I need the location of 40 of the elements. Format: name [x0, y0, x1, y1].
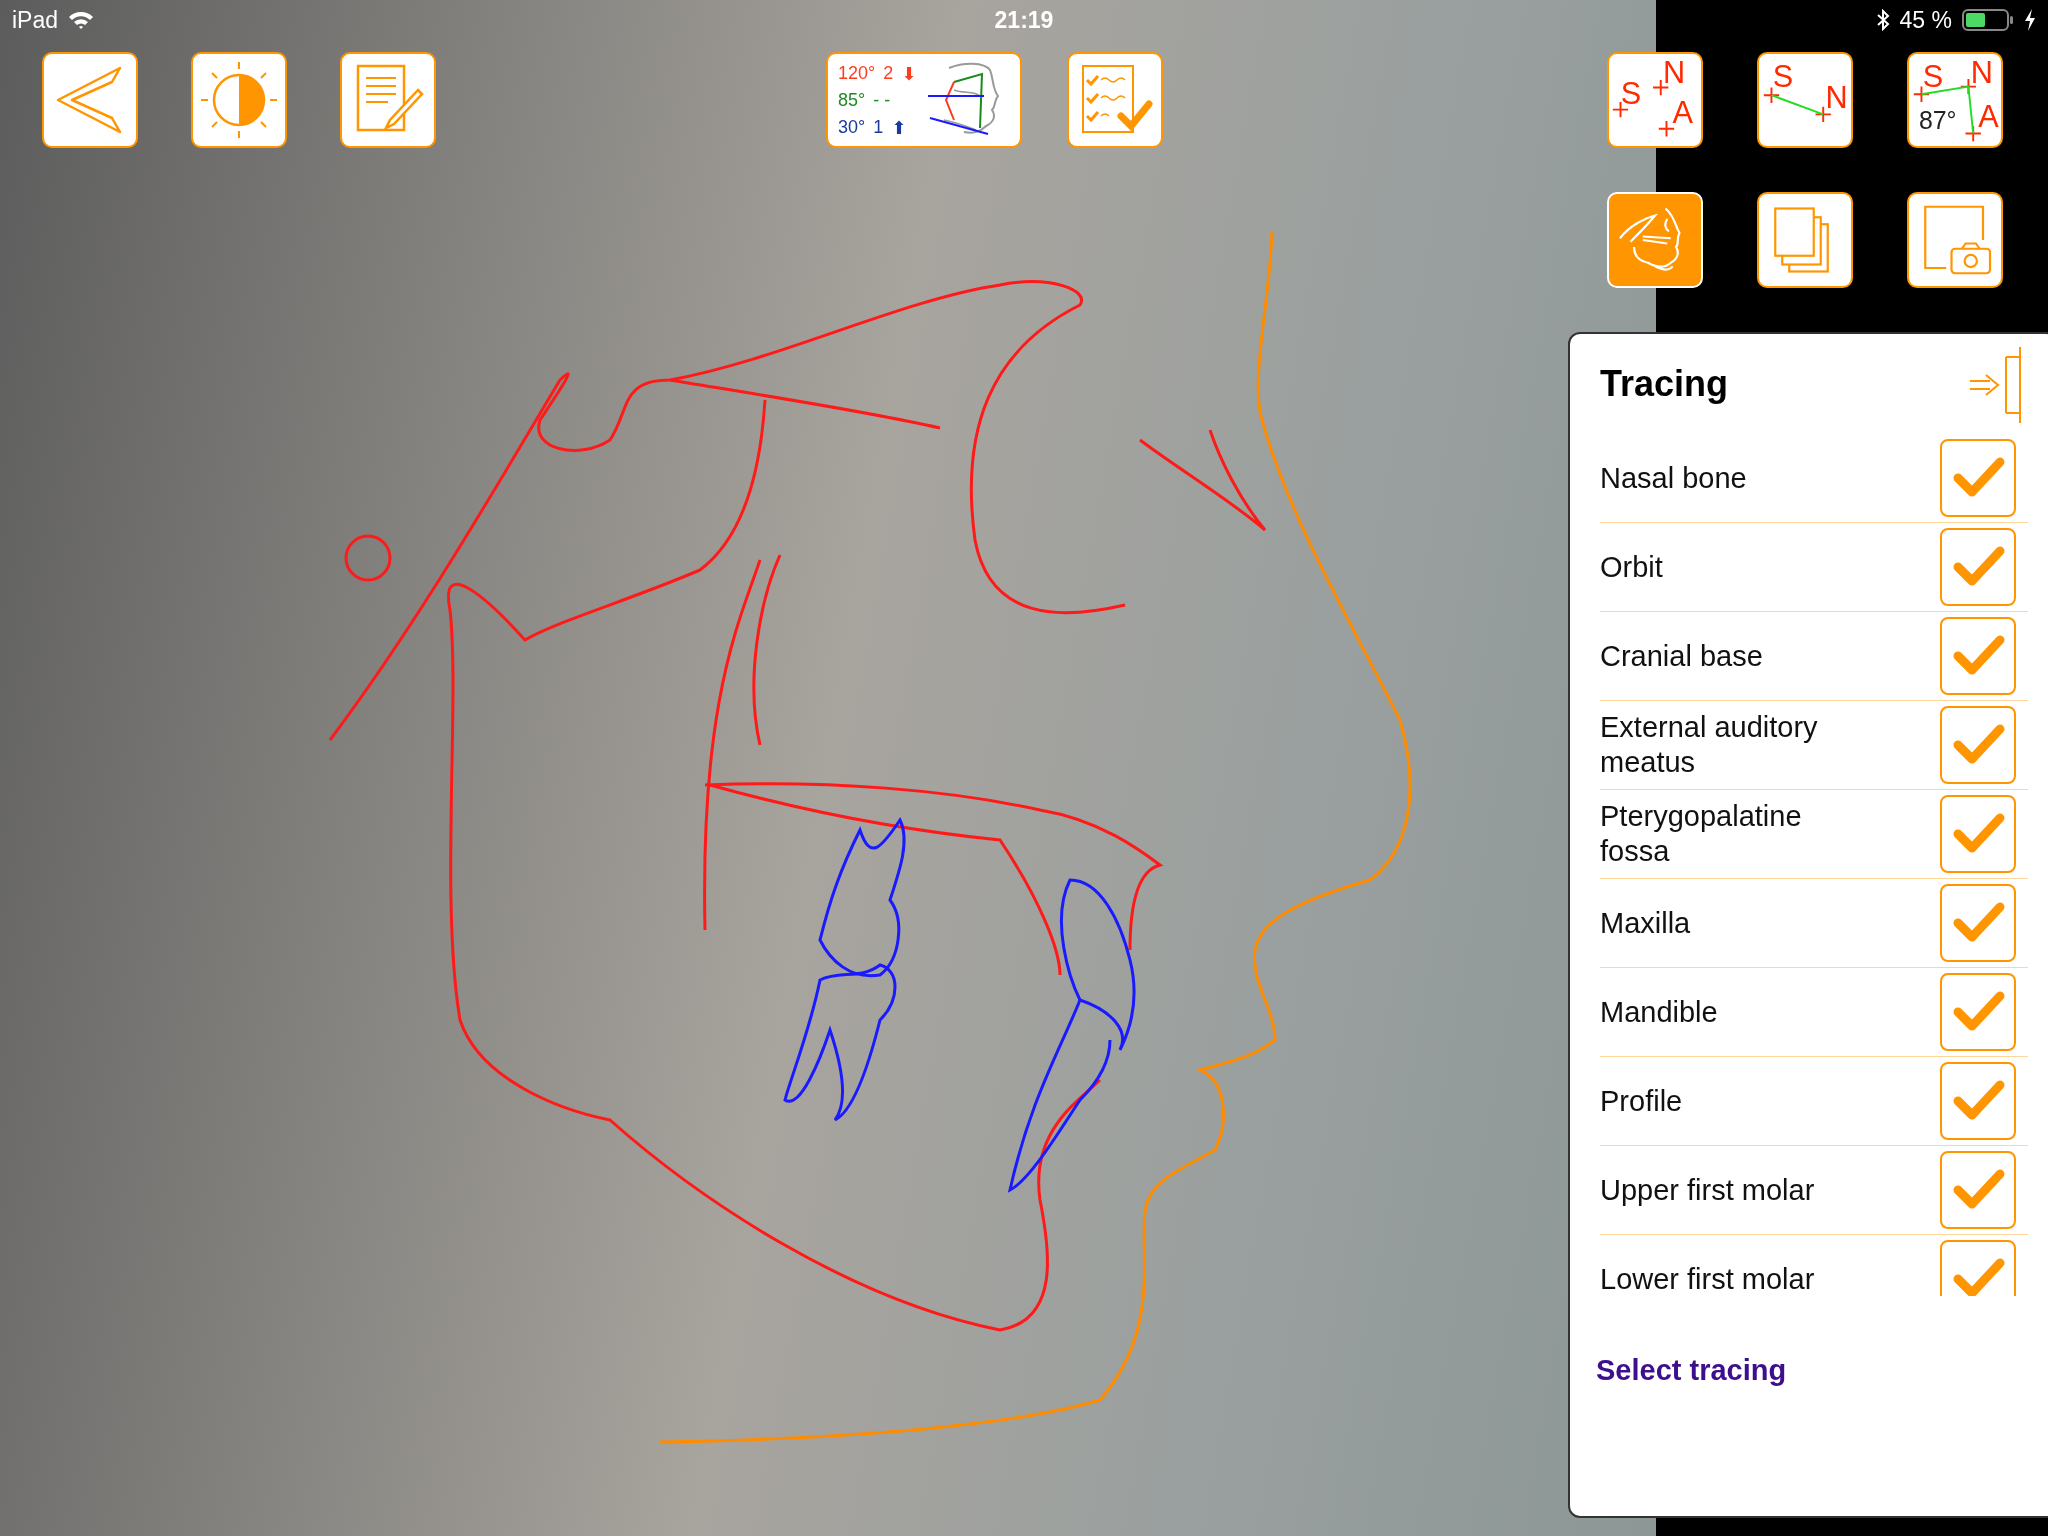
layer-checkbox[interactable]: [1940, 1151, 2016, 1229]
layer-checkbox[interactable]: [1940, 617, 2016, 695]
battery-percent: 45 %: [1899, 6, 1952, 34]
layer-checkbox[interactable]: [1940, 1240, 2016, 1296]
snapshot-view-button[interactable]: [1907, 192, 2003, 288]
layer-checkbox[interactable]: [1940, 439, 2016, 517]
layer-checkbox[interactable]: [1940, 884, 2016, 962]
layer-checkbox[interactable]: [1940, 528, 2016, 606]
tracing-layer-label: Upper first molar: [1600, 1172, 1816, 1208]
tracing-layer-label: External auditory meatus: [1600, 710, 1819, 780]
tracing-view-button[interactable]: [1607, 192, 1703, 288]
checklist-button[interactable]: [1067, 52, 1163, 148]
charging-bolt-icon: [2024, 9, 2036, 31]
sna-analysis-button[interactable]: S N 87° A: [1907, 52, 2003, 148]
tracing-layer-label: Maxilla: [1600, 905, 1692, 941]
panel-title: Tracing: [1600, 363, 1729, 405]
notes-button[interactable]: [340, 52, 436, 148]
measurements-button[interactable]: 120° 2 ⬇ 85° - - 30° 1 ⬆: [826, 52, 1022, 148]
device-name: iPad: [12, 6, 59, 34]
layer-checkbox[interactable]: [1940, 706, 2016, 784]
tracing-layer-label: Profile: [1600, 1083, 1684, 1119]
contrast-icon: [199, 60, 279, 140]
back-button[interactable]: [42, 52, 138, 148]
layer-checkbox[interactable]: [1940, 973, 2016, 1051]
tracing-layer-label: Mandible: [1600, 994, 1719, 1030]
layers-view-button[interactable]: [1757, 192, 1853, 288]
tracing-layer-label: Lower first molar: [1600, 1261, 1816, 1296]
bluetooth-icon: [1875, 9, 1890, 31]
tracing-layer-label: Nasal bone: [1600, 460, 1748, 496]
sna-analysis-button[interactable]: S N: [1757, 52, 1853, 148]
layer-checkbox[interactable]: [1940, 795, 2016, 873]
select-tracing-link[interactable]: Select tracing: [1596, 1354, 1787, 1387]
battery-icon: [1962, 9, 2014, 31]
wifi-icon: [68, 10, 95, 30]
clock-time: 21:19: [994, 6, 1054, 34]
layer-checkbox[interactable]: [1940, 1062, 2016, 1140]
tracing-layer-label: Pterygopalatine fossa: [1600, 799, 1803, 869]
brightness-contrast-button[interactable]: [191, 52, 287, 148]
tracing-layer-label: Cranial base: [1600, 638, 1764, 674]
tracing-layer-label: Orbit: [1600, 549, 1664, 585]
